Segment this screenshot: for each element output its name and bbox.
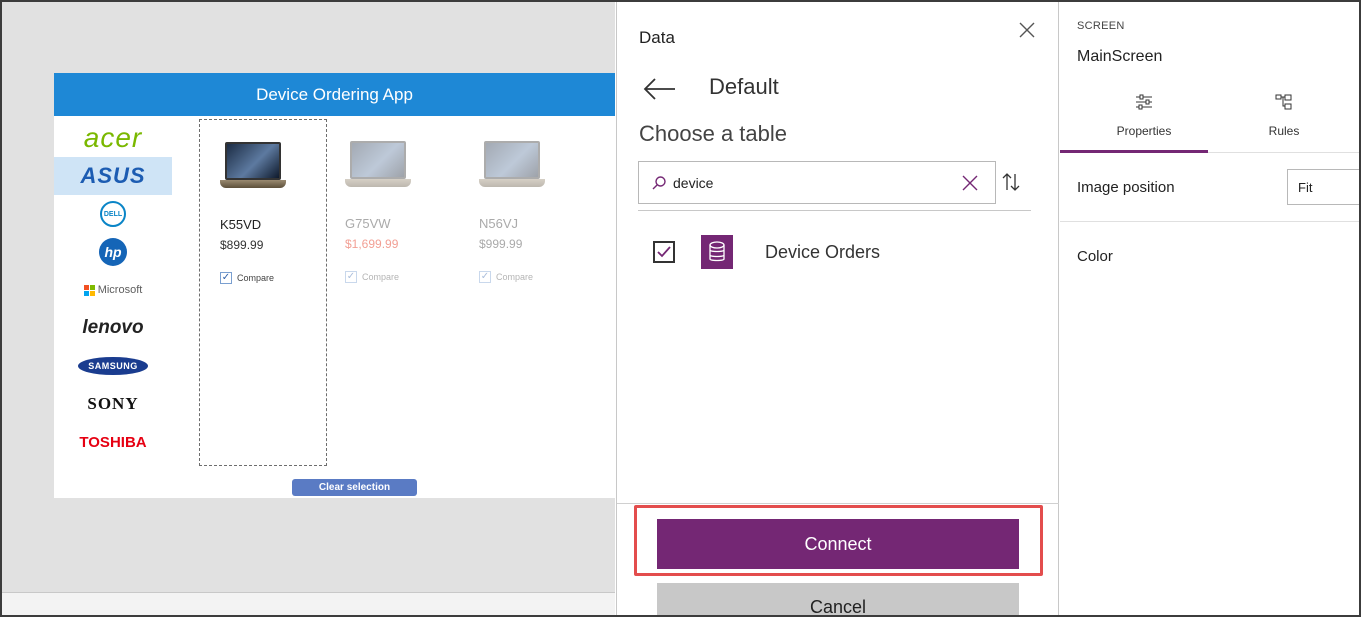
table-name: Device Orders <box>765 241 881 262</box>
table-list-item[interactable]: Device Orders <box>653 227 1013 277</box>
compare-label: Compare <box>237 273 275 283</box>
compare-toggle[interactable]: ✓ Compare <box>220 272 274 284</box>
app-preview[interactable]: Device Ordering App acer ASUS DELL hp Mi… <box>54 73 615 498</box>
acer-logo: acer <box>83 122 143 153</box>
product-price: $899.99 <box>220 238 264 252</box>
color-label[interactable]: Color <box>1077 248 1113 265</box>
rules-icon <box>1275 94 1292 110</box>
compare-toggle[interactable]: ✓ Compare <box>479 271 533 283</box>
table-search-box[interactable] <box>638 161 996 204</box>
product-price: $999.99 <box>479 237 523 251</box>
table-checkbox[interactable] <box>653 241 675 263</box>
clear-icon[interactable] <box>959 172 981 194</box>
app-header: Device Ordering App <box>54 73 615 116</box>
dell-logo: DELL <box>100 201 126 227</box>
data-source-name: Default <box>709 74 779 99</box>
windows-icon <box>83 284 95 296</box>
app-title: Device Ordering App <box>256 84 413 104</box>
laptop-image <box>345 141 411 191</box>
brand-list: acer ASUS DELL hp Microsoft lenovo SAMSU… <box>54 119 172 461</box>
compare-label: Compare <box>362 272 400 282</box>
properties-icon <box>1136 94 1152 110</box>
database-icon <box>701 235 733 269</box>
product-card-k55vd[interactable]: K55VD $899.99 ✓ Compare <box>199 119 327 466</box>
toshiba-logo: TOSHIBA <box>79 433 147 451</box>
footer-divider <box>617 503 1059 504</box>
product-card-n56vj[interactable]: N56VJ $999.99 ✓ Compare <box>459 119 587 466</box>
active-tab-indicator <box>1060 150 1208 153</box>
asus-logo: ASUS <box>80 163 146 188</box>
microsoft-label: Microsoft <box>97 284 143 296</box>
design-canvas[interactable]: Device Ordering App acer ASUS DELL hp Mi… <box>2 2 615 592</box>
brand-item-sony[interactable]: SONY <box>54 385 172 423</box>
product-name: N56VJ <box>479 216 519 231</box>
brand-item-hp[interactable]: hp <box>54 233 172 271</box>
property-divider <box>1060 221 1359 222</box>
product-name: K55VD <box>220 217 262 232</box>
product-card-g75vw[interactable]: G75VW $1,699.99 ✓ Compare <box>325 119 453 466</box>
compare-checkbox[interactable]: ✓ <box>220 272 232 284</box>
tab-label: Properties <box>1116 124 1172 138</box>
close-icon[interactable] <box>1015 18 1039 42</box>
brand-item-samsung[interactable]: SAMSUNG <box>54 347 172 385</box>
panel-title: Data <box>639 28 675 47</box>
lenovo-logo: lenovo <box>82 317 144 338</box>
sony-logo: SONY <box>87 394 139 413</box>
search-input[interactable] <box>673 174 953 191</box>
divider <box>638 210 1031 211</box>
samsung-logo: SAMSUNG <box>78 357 148 375</box>
compare-toggle[interactable]: ✓ Compare <box>345 271 399 283</box>
search-icon <box>652 175 666 189</box>
choose-table-heading: Choose a table <box>639 121 787 146</box>
compare-label: Compare <box>496 272 534 282</box>
cancel-button[interactable]: Cancel <box>657 583 1019 615</box>
brand-item-toshiba[interactable]: TOSHIBA <box>54 423 172 461</box>
laptop-image <box>479 141 545 191</box>
section-label: SCREEN <box>1077 20 1125 32</box>
product-name: G75VW <box>345 216 391 231</box>
clear-selection-button[interactable]: Clear selection <box>292 479 417 496</box>
tab-properties[interactable]: Properties <box>1080 88 1208 152</box>
connect-button[interactable]: Connect <box>657 519 1019 569</box>
brand-item-acer[interactable]: acer <box>54 119 172 157</box>
data-panel: Data Default Choose a table device Devic… <box>616 2 1059 615</box>
brand-item-dell[interactable]: DELL <box>54 195 172 233</box>
brand-item-microsoft[interactable]: Microsoft <box>54 271 172 309</box>
back-arrow-icon[interactable] <box>641 75 677 103</box>
properties-panel: SCREEN MainScreen Properties Rules Image… <box>1060 2 1359 615</box>
tab-label: Rules <box>1268 124 1300 138</box>
image-position-select[interactable]: Fit <box>1287 169 1359 205</box>
hp-logo: hp <box>99 238 127 266</box>
screen-name: MainScreen <box>1077 48 1163 65</box>
window-frame: Device Ordering App acer ASUS DELL hp Mi… <box>0 0 1361 617</box>
sort-icon[interactable] <box>999 170 1023 194</box>
checkmark-icon <box>657 246 671 258</box>
compare-checkbox[interactable]: ✓ <box>479 271 491 283</box>
image-position-label: Image position <box>1077 179 1175 196</box>
canvas-status-bar <box>2 592 615 615</box>
brand-item-lenovo[interactable]: lenovo <box>54 309 172 347</box>
compare-checkbox[interactable]: ✓ <box>345 271 357 283</box>
brand-item-asus[interactable]: ASUS <box>54 157 172 195</box>
product-price: $1,699.99 <box>345 237 399 251</box>
tab-rules[interactable]: Rules <box>1220 88 1348 152</box>
laptop-image <box>220 142 286 192</box>
microsoft-logo: Microsoft <box>83 284 143 296</box>
